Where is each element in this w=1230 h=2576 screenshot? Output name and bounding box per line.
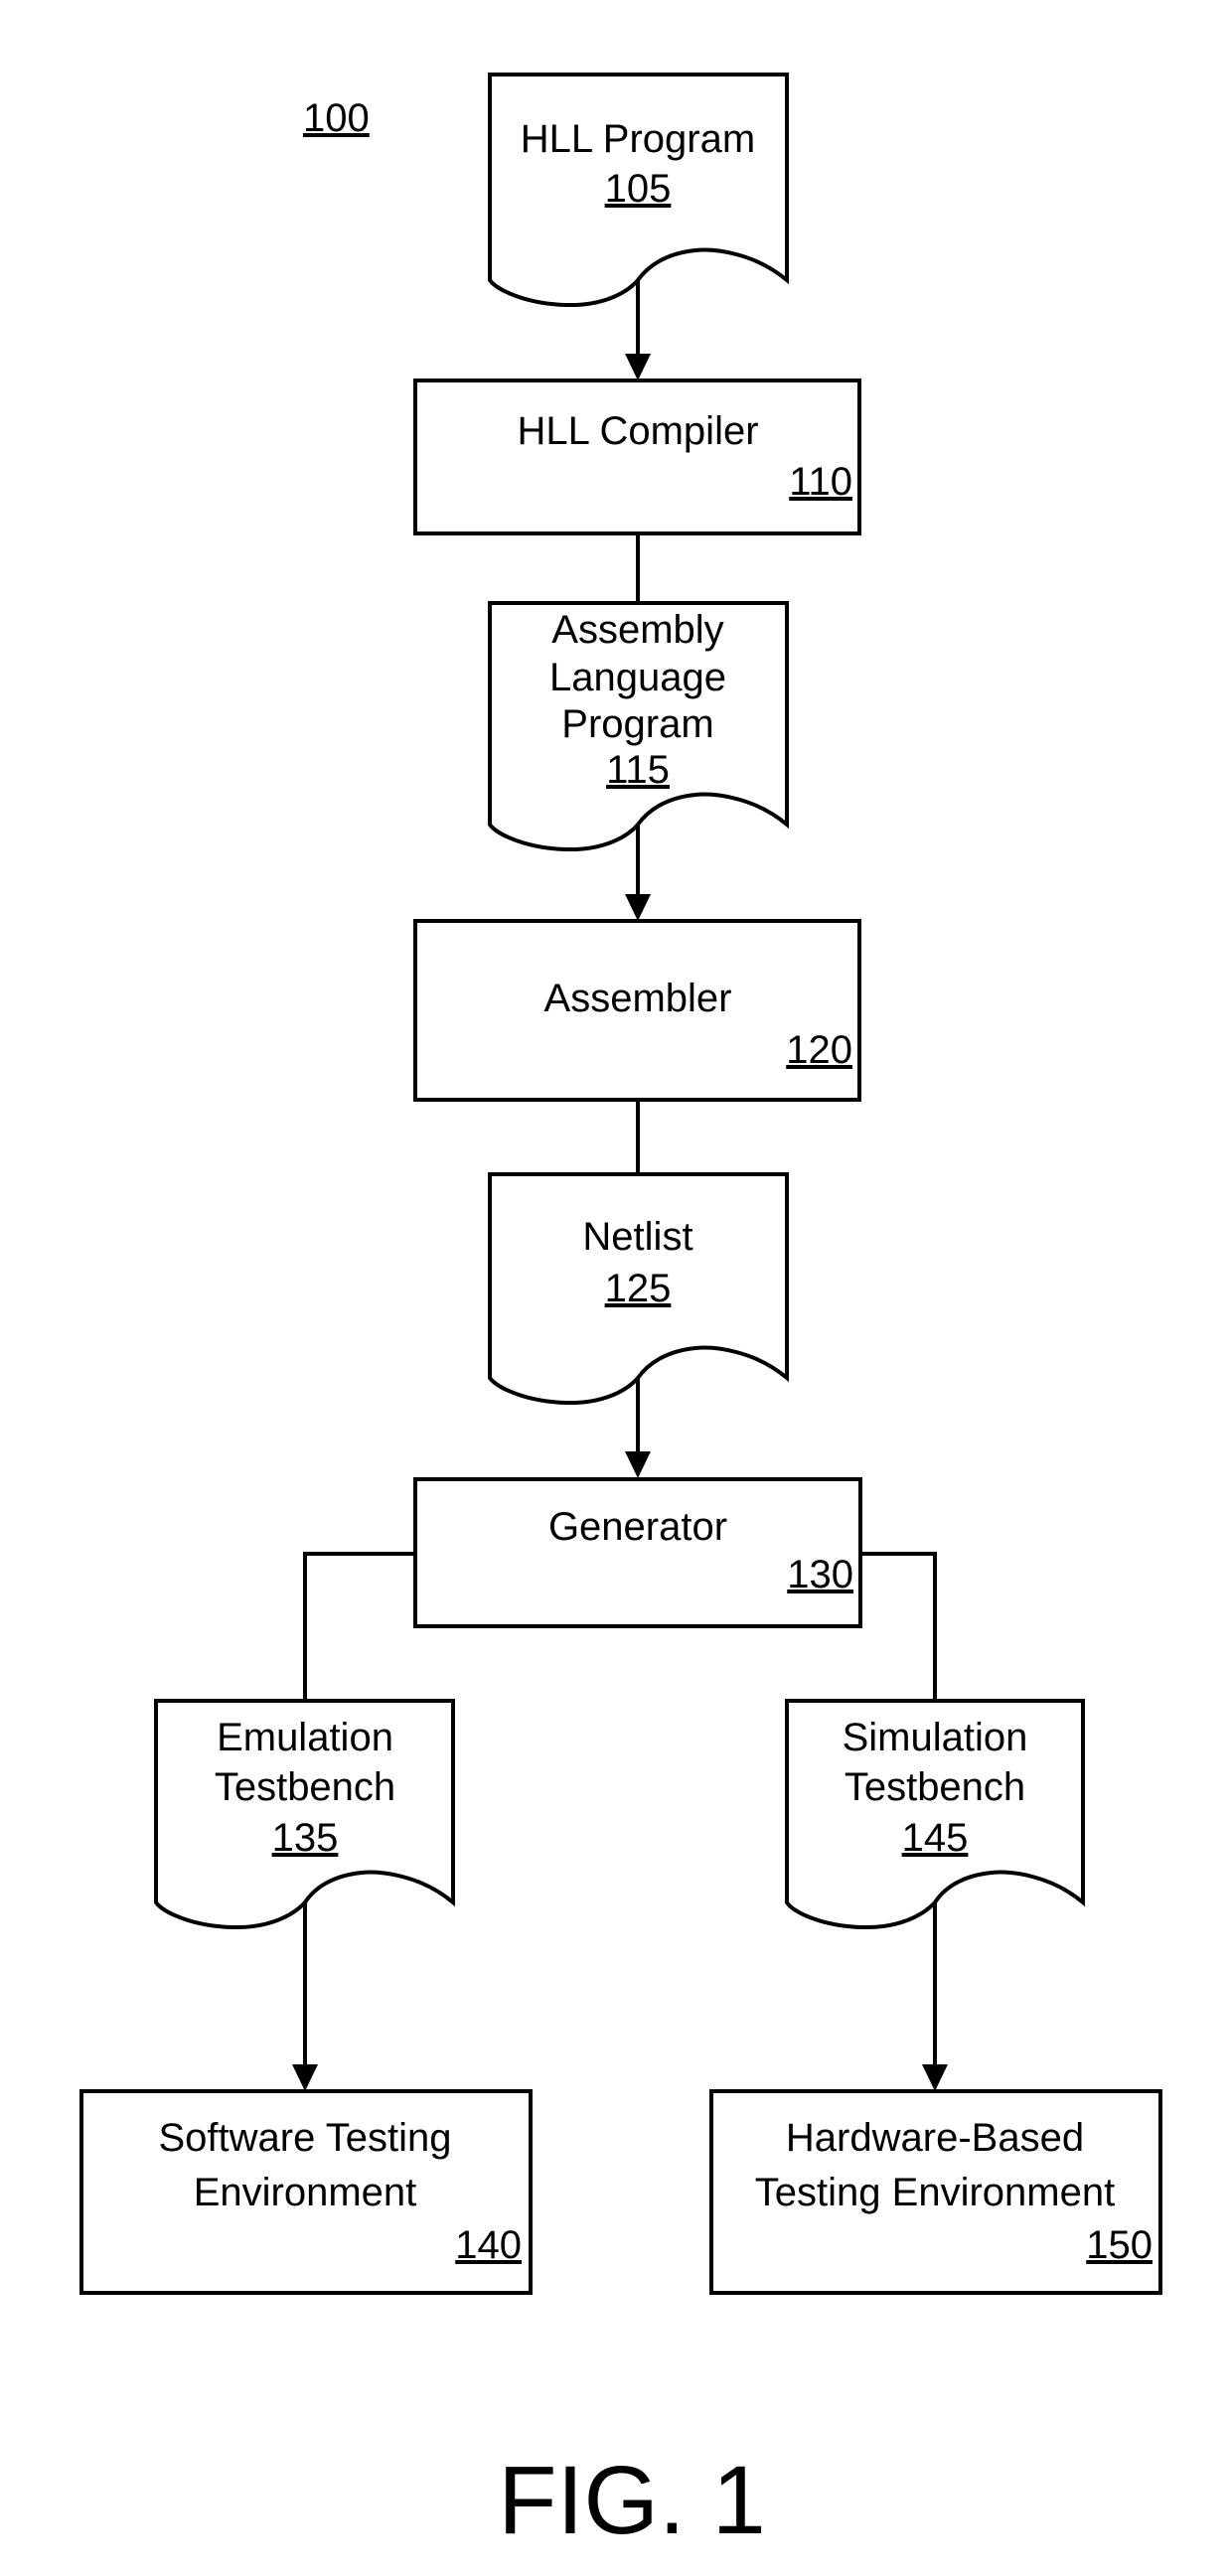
node-ref: 120: [786, 1028, 852, 1072]
node-ref: 145: [902, 1816, 969, 1860]
process-box: [413, 379, 861, 535]
figure-caption: FIG. 1: [498, 2446, 766, 2554]
arrowhead-icon: [625, 354, 651, 380]
arrowhead-icon: [625, 894, 651, 921]
node-ref: 140: [455, 2223, 522, 2267]
node-label: Assembler: [544, 977, 732, 1020]
node-label: Netlist: [582, 1215, 692, 1259]
figure-ref-label: 100: [303, 96, 370, 140]
node-label-line-2: Language: [549, 656, 726, 699]
flow-diagram: 100 HLL Program 105 HLL Compiler 110 Ass…: [79, 73, 1162, 2554]
node-hll-program[interactable]: HLL Program 105: [488, 73, 789, 308]
edge-netlist-to-generator: [625, 1378, 651, 1478]
edge-simulation-to-hardware-env: [922, 1902, 948, 2091]
node-ref: 130: [787, 1553, 853, 1596]
edge-line: [303, 1552, 415, 1701]
node-software-env[interactable]: Software Testing Environment 140: [79, 2089, 533, 2295]
node-ref: 150: [1086, 2223, 1153, 2267]
arrowhead-icon: [625, 1451, 651, 1478]
node-label-line-2: Testbench: [215, 1765, 395, 1809]
node-label-line-1: Emulation: [217, 1716, 393, 1759]
node-ref: 110: [789, 460, 852, 504]
node-label-line-2: Testing Environment: [755, 2171, 1115, 2214]
arrowhead-icon: [292, 2064, 318, 2091]
node-assembler[interactable]: Assembler 120: [413, 919, 861, 1102]
node-label-line-2: Environment: [194, 2171, 417, 2214]
node-label-line-3: Program: [561, 702, 713, 746]
edge-hll-program-to-compiler: [625, 280, 651, 380]
edge-line: [860, 1552, 937, 1701]
node-generator[interactable]: Generator 130: [413, 1477, 862, 1628]
node-label-line-1: Simulation: [843, 1716, 1028, 1759]
arrowhead-icon: [922, 2064, 948, 2091]
node-ref: 125: [605, 1267, 672, 1310]
node-ref: 115: [606, 748, 670, 792]
node-ref: 135: [272, 1816, 339, 1860]
edge-emulation-to-software-env: [292, 1902, 318, 2091]
node-label-line-1: Hardware-Based: [786, 2116, 1084, 2160]
node-label: HLL Program: [521, 117, 755, 161]
node-hll-compiler[interactable]: HLL Compiler 110: [413, 379, 861, 535]
node-emulation-testbench[interactable]: Emulation Testbench 135: [154, 1699, 455, 1930]
node-label: HLL Compiler: [517, 409, 758, 453]
node-label-line-1: Software Testing: [159, 2116, 452, 2160]
node-assembly-program[interactable]: Assembly Language Program 115: [488, 601, 789, 852]
node-netlist[interactable]: Netlist 125: [488, 1172, 789, 1406]
edge-generator-to-simulation: [860, 1552, 937, 1701]
node-ref: 105: [605, 167, 672, 211]
edge-generator-to-emulation: [303, 1552, 415, 1701]
node-label-line-2: Testbench: [845, 1765, 1025, 1809]
edge-assembly-to-assembler: [625, 825, 651, 921]
node-label-line-1: Assembly: [551, 608, 723, 652]
node-simulation-testbench[interactable]: Simulation Testbench 145: [785, 1699, 1085, 1930]
node-label: Generator: [548, 1505, 727, 1549]
node-hardware-env[interactable]: Hardware-Based Testing Environment 150: [709, 2089, 1162, 2295]
